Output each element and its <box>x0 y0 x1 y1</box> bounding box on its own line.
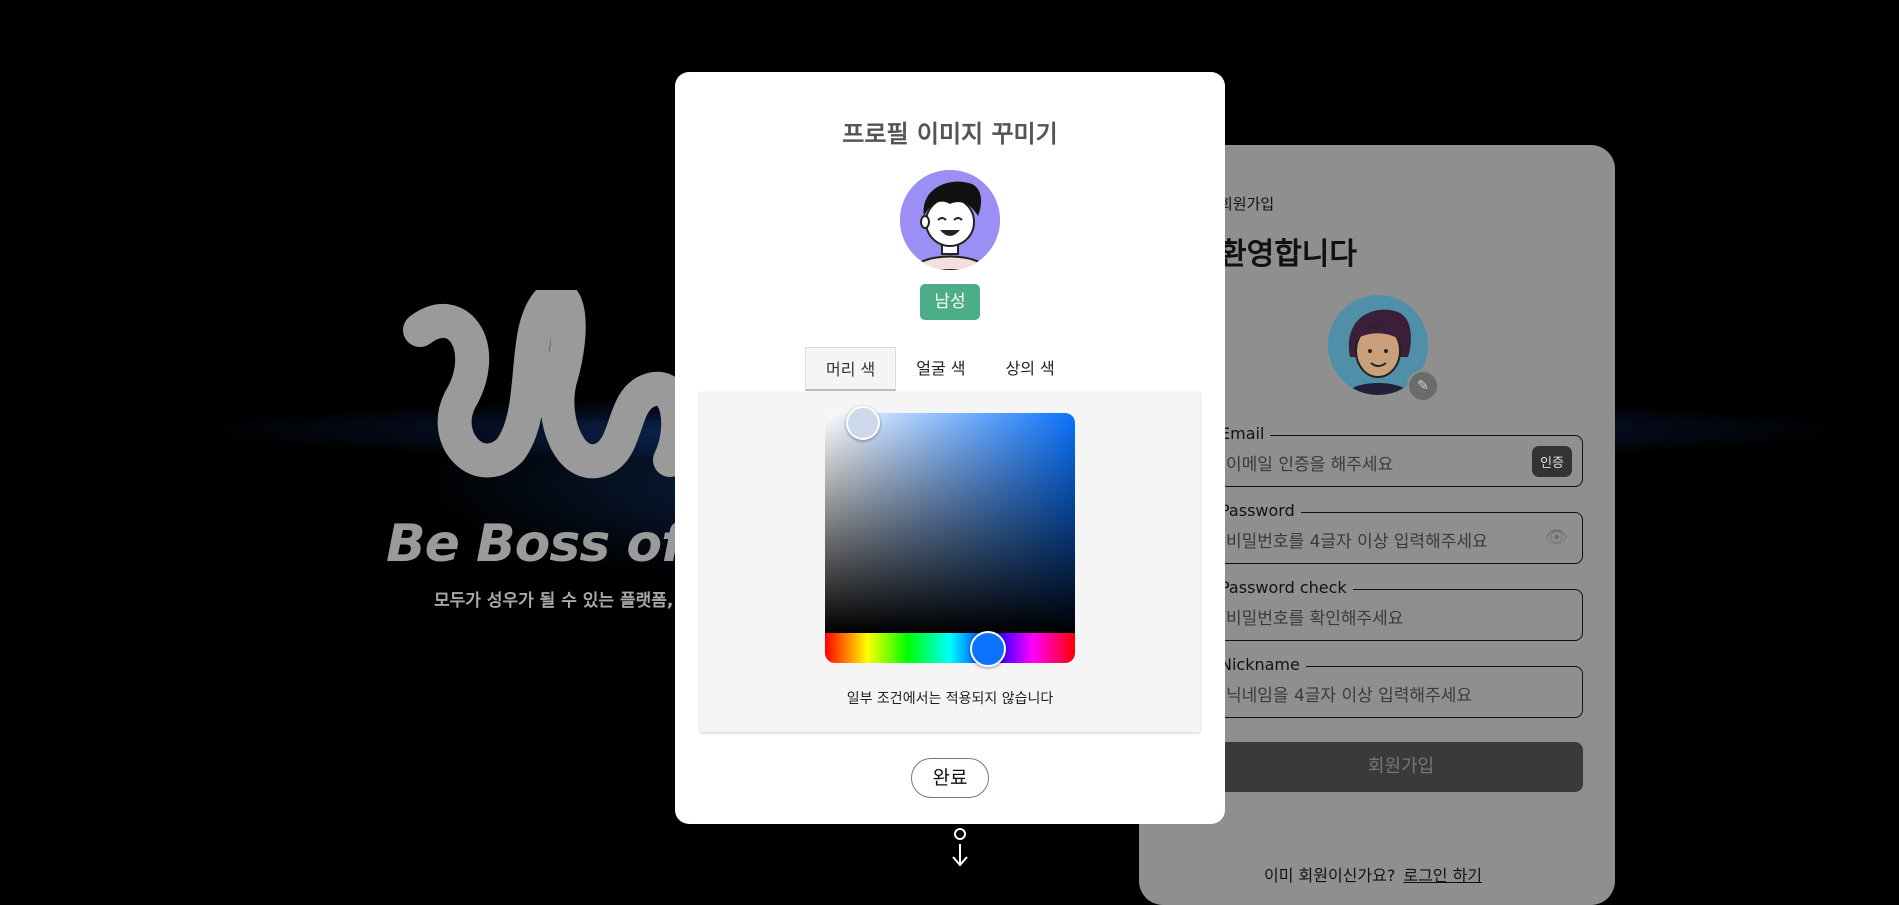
gender-badge[interactable]: 남성 <box>920 284 980 320</box>
slogan: Be Boss of Voice <box>386 514 676 574</box>
nickname-field[interactable]: Nickname 닉네임을 4글자 이상 입력해주세요 <box>1219 655 1583 718</box>
modal-title: 프로필 이미지 꾸미기 <box>842 120 1058 148</box>
done-button[interactable]: 완료 <box>911 758 989 798</box>
hue-handle[interactable] <box>970 631 1006 667</box>
password-label: Password <box>1220 501 1301 520</box>
profile-customizer-modal: 프로필 이미지 꾸미기 남성 머리 색 얼굴 색 상의 색 일부 조건에서는 적… <box>675 72 1225 824</box>
color-tabs: 머리 색 얼굴 색 상의 색 <box>805 347 1075 391</box>
email-placeholder: 이메일 인증을 해주세요 <box>1226 455 1394 475</box>
saturation-value-area[interactable] <box>825 413 1075 633</box>
saturation-handle[interactable] <box>846 406 880 440</box>
picker-note: 일부 조건에서는 적용되지 않습니다 <box>846 691 1054 707</box>
welcome-heading: 환영합니다 <box>1219 237 1357 272</box>
email-label: Email <box>1220 424 1271 443</box>
nickname-placeholder: 닉네임을 4글자 이상 입력해주세요 <box>1226 686 1472 706</box>
signup-button[interactable]: 회원가입 <box>1219 742 1583 792</box>
hue-slider[interactable] <box>825 633 1075 663</box>
breadcrumb: 회원가입 <box>1219 195 1275 213</box>
password-check-label: Password check <box>1220 578 1353 597</box>
verify-button[interactable]: 인증 <box>1532 446 1572 477</box>
nickname-label: Nickname <box>1220 655 1306 674</box>
login-prompt: 이미 회원이신가요? 로그인 하기 <box>1264 862 1482 886</box>
color-picker-panel: 일부 조건에서는 적용되지 않습니다 <box>700 392 1200 732</box>
password-placeholder: 비밀번호를 4글자 이상 입력해주세요 <box>1226 532 1488 552</box>
show-password-icon[interactable]: 👁 <box>1545 527 1568 548</box>
login-prompt-text: 이미 회원이신가요? <box>1264 866 1396 885</box>
email-field[interactable]: Email 이메일 인증을 해주세요 인증 <box>1219 424 1583 487</box>
password-check-placeholder: 비밀번호를 확인해주세요 <box>1226 609 1404 629</box>
login-link[interactable]: 로그인 하기 <box>1403 866 1482 885</box>
password-field[interactable]: Password 비밀번호를 4글자 이상 입력해주세요 👁 <box>1219 501 1583 564</box>
tab-face-color[interactable]: 얼굴 색 <box>896 347 985 391</box>
tab-hair-color[interactable]: 머리 색 <box>805 347 897 391</box>
scroll-down-icon[interactable] <box>950 828 970 868</box>
profile-preview-avatar <box>900 170 1000 270</box>
tab-top-color[interactable]: 상의 색 <box>986 347 1075 391</box>
password-check-field[interactable]: Password check 비밀번호를 확인해주세요 <box>1219 578 1583 641</box>
voss-logo <box>403 290 690 479</box>
edit-avatar-icon[interactable]: ✎ <box>1407 370 1439 402</box>
subslogan: 모두가 성우가 될 수 있는 플랫폼, Voss <box>434 591 674 611</box>
